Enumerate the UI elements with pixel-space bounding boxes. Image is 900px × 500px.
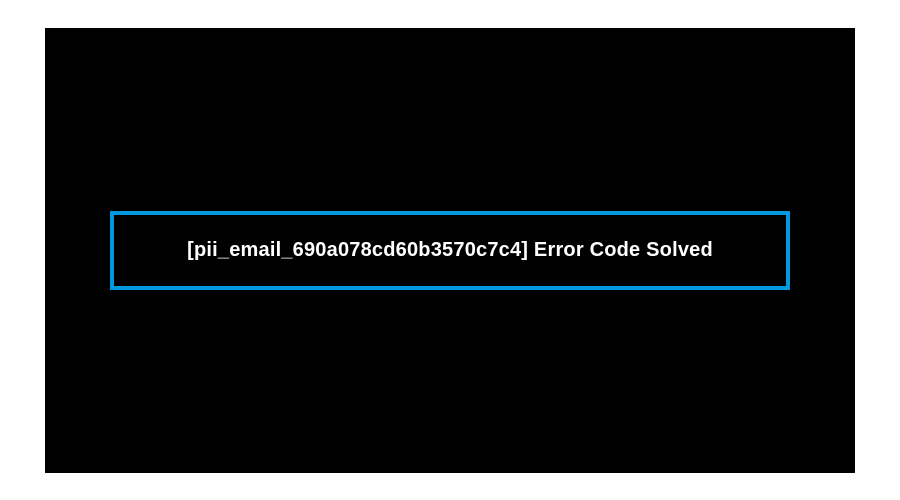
dark-panel: [pii_email_690a078cd60b3570c7c4] Error C… (45, 28, 855, 473)
message-box: [pii_email_690a078cd60b3570c7c4] Error C… (110, 211, 790, 290)
error-message-text: [pii_email_690a078cd60b3570c7c4] Error C… (154, 239, 746, 262)
